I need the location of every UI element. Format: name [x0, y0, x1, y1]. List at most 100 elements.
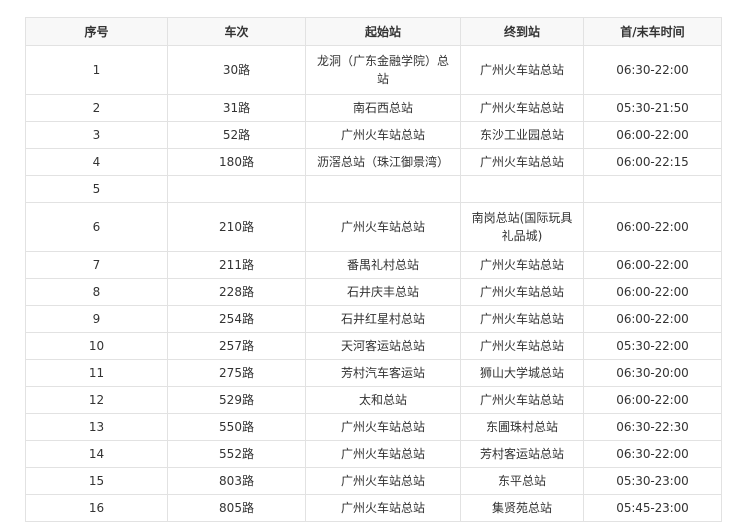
cell-time: 05:30-23:00 [583, 467, 722, 495]
table-row: 7 211路 番禺礼村总站 广州火车站总站 06:00-22:00 [25, 251, 722, 279]
header-from: 起始站 [305, 17, 461, 46]
cell-time: 06:00-22:00 [583, 121, 722, 149]
header-no: 序号 [25, 17, 168, 46]
cell-no: 14 [25, 440, 168, 468]
cell-route: 211路 [167, 251, 306, 279]
cell-no: 1 [25, 45, 168, 95]
cell-time: 06:00-22:00 [583, 202, 722, 252]
table-row: 5 [25, 175, 722, 203]
cell-to: 广州火车站总站 [460, 45, 584, 95]
table-row: 11 275路 芳村汽车客运站 狮山大学城总站 06:30-20:00 [25, 359, 722, 387]
table-row: 3 52路 广州火车站总站 东沙工业园总站 06:00-22:00 [25, 121, 722, 149]
table-body: 1 30路 龙洞（广东金融学院）总站 广州火车站总站 06:30-22:00 2… [25, 45, 722, 522]
cell-to: 广州火车站总站 [460, 278, 584, 306]
cell-to: 东圃珠村总站 [460, 413, 584, 441]
cell-no: 9 [25, 305, 168, 333]
bus-schedule-table: 序号 车次 起始站 终到站 首/末车时间 1 30路 龙洞（广东金融学院）总站 … [25, 17, 722, 522]
cell-route: 30路 [167, 45, 306, 95]
cell-to: 芳村客运站总站 [460, 440, 584, 468]
cell-no: 12 [25, 386, 168, 414]
header-to: 终到站 [460, 17, 584, 46]
cell-from: 广州火车站总站 [305, 202, 461, 252]
cell-to: 广州火车站总站 [460, 305, 584, 333]
cell-time: 06:00-22:00 [583, 386, 722, 414]
cell-time: 05:45-23:00 [583, 494, 722, 522]
cell-time: 06:00-22:00 [583, 278, 722, 306]
table-row: 1 30路 龙洞（广东金融学院）总站 广州火车站总站 06:30-22:00 [25, 45, 722, 95]
cell-from: 南石西总站 [305, 94, 461, 122]
cell-route: 180路 [167, 148, 306, 176]
cell-from: 太和总站 [305, 386, 461, 414]
cell-to: 集贤苑总站 [460, 494, 584, 522]
cell-route: 210路 [167, 202, 306, 252]
cell-time: 05:30-21:50 [583, 94, 722, 122]
cell-no: 4 [25, 148, 168, 176]
cell-from: 番禺礼村总站 [305, 251, 461, 279]
cell-time: 06:30-20:00 [583, 359, 722, 387]
cell-route: 52路 [167, 121, 306, 149]
cell-to: 广州火车站总站 [460, 148, 584, 176]
cell-no: 13 [25, 413, 168, 441]
cell-no: 11 [25, 359, 168, 387]
cell-route [167, 175, 306, 203]
table-row: 16 805路 广州火车站总站 集贤苑总站 05:45-23:00 [25, 494, 722, 522]
header-row: 序号 车次 起始站 终到站 首/末车时间 [25, 17, 722, 46]
table-row: 12 529路 太和总站 广州火车站总站 06:00-22:00 [25, 386, 722, 414]
cell-to: 东沙工业园总站 [460, 121, 584, 149]
cell-from: 石井庆丰总站 [305, 278, 461, 306]
cell-no: 15 [25, 467, 168, 495]
cell-route: 228路 [167, 278, 306, 306]
cell-time: 06:30-22:00 [583, 45, 722, 95]
cell-route: 31路 [167, 94, 306, 122]
cell-no: 7 [25, 251, 168, 279]
cell-no: 3 [25, 121, 168, 149]
cell-route: 805路 [167, 494, 306, 522]
cell-route: 803路 [167, 467, 306, 495]
cell-to: 狮山大学城总站 [460, 359, 584, 387]
header-route: 车次 [167, 17, 306, 46]
cell-to: 东平总站 [460, 467, 584, 495]
cell-route: 529路 [167, 386, 306, 414]
cell-from [305, 175, 461, 203]
cell-to [460, 175, 584, 203]
cell-time [583, 175, 722, 203]
cell-from: 广州火车站总站 [305, 467, 461, 495]
cell-no: 16 [25, 494, 168, 522]
table-header: 序号 车次 起始站 终到站 首/末车时间 [25, 17, 722, 46]
cell-time: 06:30-22:00 [583, 440, 722, 468]
cell-from: 芳村汽车客运站 [305, 359, 461, 387]
cell-time: 06:00-22:15 [583, 148, 722, 176]
cell-time: 06:00-22:00 [583, 305, 722, 333]
cell-from: 沥滘总站（珠江御景湾） [305, 148, 461, 176]
cell-from: 广州火车站总站 [305, 121, 461, 149]
cell-to: 广州火车站总站 [460, 251, 584, 279]
table-row: 15 803路 广州火车站总站 东平总站 05:30-23:00 [25, 467, 722, 495]
cell-from: 石井红星村总站 [305, 305, 461, 333]
table-row: 2 31路 南石西总站 广州火车站总站 05:30-21:50 [25, 94, 722, 122]
table-row: 13 550路 广州火车站总站 东圃珠村总站 06:30-22:30 [25, 413, 722, 441]
header-time: 首/末车时间 [583, 17, 722, 46]
table-row: 4 180路 沥滘总站（珠江御景湾） 广州火车站总站 06:00-22:15 [25, 148, 722, 176]
cell-route: 275路 [167, 359, 306, 387]
cell-no: 2 [25, 94, 168, 122]
cell-to: 广州火车站总站 [460, 386, 584, 414]
table-row: 6 210路 广州火车站总站 南岗总站(国际玩具礼品城) 06:00-22:00 [25, 202, 722, 252]
cell-no: 10 [25, 332, 168, 360]
bus-schedule-container: 序号 车次 起始站 终到站 首/末车时间 1 30路 龙洞（广东金融学院）总站 … [25, 17, 722, 522]
cell-route: 550路 [167, 413, 306, 441]
cell-no: 8 [25, 278, 168, 306]
table-row: 14 552路 广州火车站总站 芳村客运站总站 06:30-22:00 [25, 440, 722, 468]
table-row: 10 257路 天河客运站总站 广州火车站总站 05:30-22:00 [25, 332, 722, 360]
cell-time: 06:00-22:00 [583, 251, 722, 279]
cell-time: 06:30-22:30 [583, 413, 722, 441]
cell-route: 552路 [167, 440, 306, 468]
cell-from: 龙洞（广东金融学院）总站 [305, 45, 461, 95]
cell-route: 257路 [167, 332, 306, 360]
cell-from: 广州火车站总站 [305, 494, 461, 522]
cell-to: 南岗总站(国际玩具礼品城) [460, 202, 584, 252]
cell-time: 05:30-22:00 [583, 332, 722, 360]
cell-no: 5 [25, 175, 168, 203]
cell-to: 广州火车站总站 [460, 94, 584, 122]
table-row: 9 254路 石井红星村总站 广州火车站总站 06:00-22:00 [25, 305, 722, 333]
cell-from: 广州火车站总站 [305, 413, 461, 441]
